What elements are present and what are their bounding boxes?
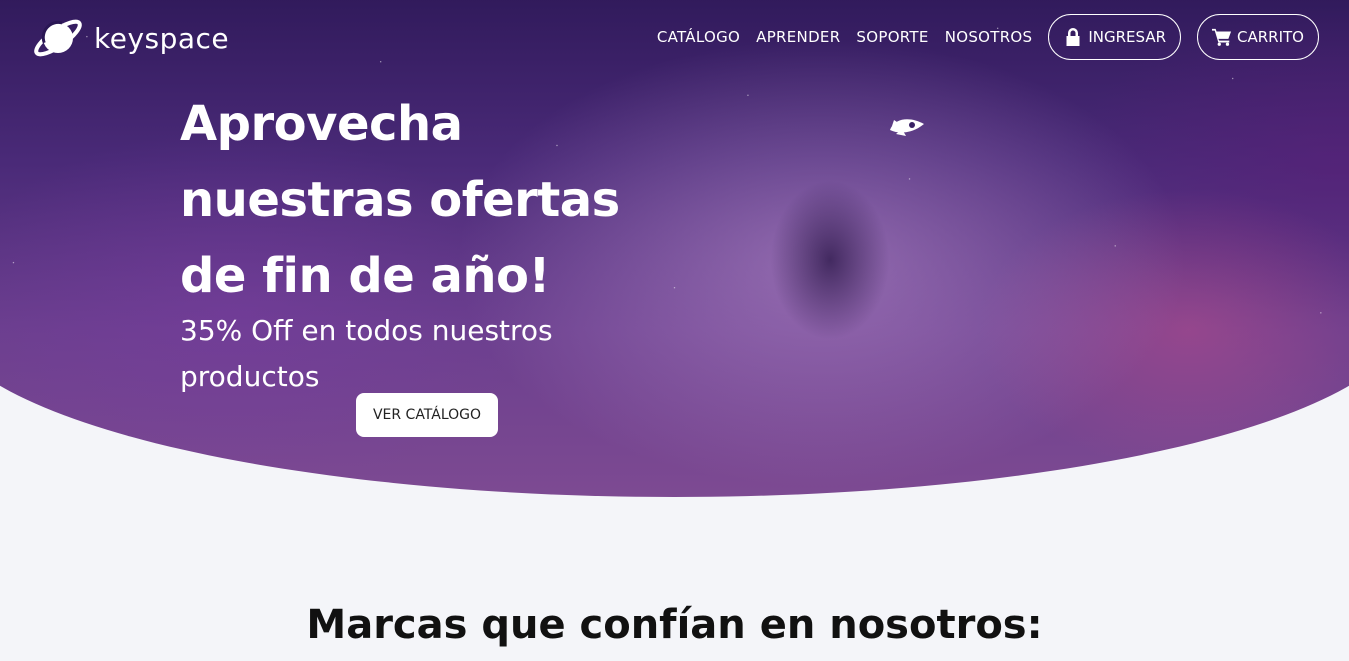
nebula-shadow	[770, 180, 890, 340]
hero-subtitle: 35% Off en todos nuestros productos	[180, 314, 553, 393]
rocket-icon	[890, 119, 924, 136]
site-header: keyspace CATÁLOGO APRENDER SOPORTE NOSOT…	[0, 0, 1349, 72]
login-button[interactable]: INGRESAR	[1048, 14, 1182, 60]
login-label: INGRESAR	[1088, 28, 1167, 46]
logo[interactable]: keyspace	[30, 10, 229, 66]
lock-icon	[1066, 28, 1080, 46]
nav-catalogo[interactable]: CATÁLOGO	[657, 28, 740, 46]
cart-icon	[1212, 28, 1232, 46]
view-catalog-button[interactable]: VER CATÁLOGO	[356, 393, 498, 437]
cart-label: CARRITO	[1237, 28, 1304, 46]
nav-soporte[interactable]: SOPORTE	[856, 28, 928, 46]
cart-button[interactable]: CARRITO	[1197, 14, 1319, 60]
main-nav: CATÁLOGO APRENDER SOPORTE NOSOTROS INGRE…	[641, 14, 1319, 60]
hero-title: Aprovecha nuestras ofertas de fin de año…	[180, 96, 620, 304]
hero-content: Aprovecha nuestras ofertas de fin de año…	[180, 86, 700, 400]
brands-title: Marcas que confían en nosotros:	[306, 602, 1043, 648]
planet-icon	[34, 19, 82, 57]
nav-aprender[interactable]: APRENDER	[756, 28, 840, 46]
brand-name: keyspace	[94, 21, 230, 55]
nav-nosotros[interactable]: NOSOTROS	[945, 28, 1033, 46]
